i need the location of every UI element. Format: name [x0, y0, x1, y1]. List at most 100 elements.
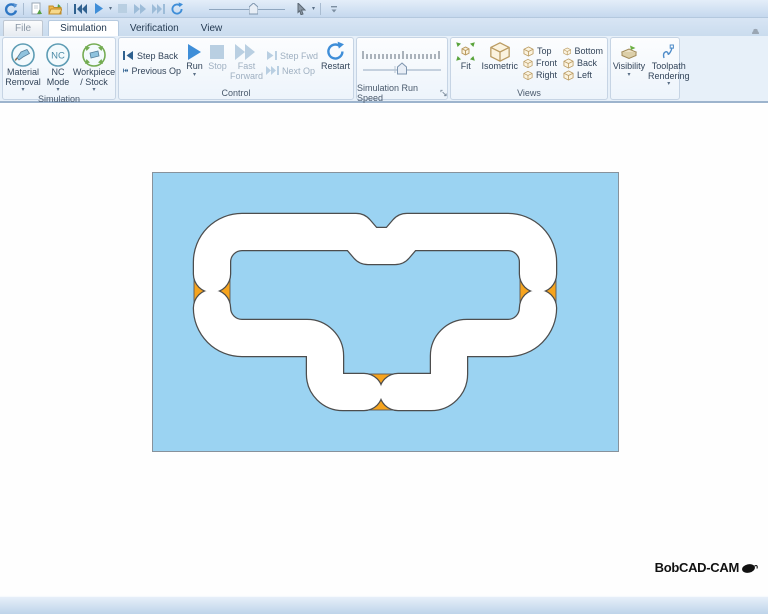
workpiece-stock-label: Workpiece / Stock — [72, 67, 116, 87]
dropdown-caret: ▾ — [627, 71, 631, 78]
view-left-label: Left — [577, 70, 593, 80]
tab-file[interactable]: File — [3, 20, 44, 36]
nc-mode-button[interactable]: NC NC Mode ▾ — [41, 40, 75, 94]
previous-op-label: Previous Op — [131, 65, 181, 76]
view-back-button[interactable]: Back — [561, 57, 605, 69]
run-button[interactable]: Run ▾ — [183, 40, 206, 86]
cube-icon — [563, 57, 574, 69]
view-front-button[interactable]: Front — [521, 58, 559, 69]
group-render: Visibility ▾ Toolpath Rendering ▾ — [610, 37, 690, 100]
mouse-icon — [742, 563, 758, 573]
stock-top-view — [152, 172, 619, 452]
toolpath-rendering-icon — [660, 41, 678, 62]
run-dropdown-caret[interactable]: ▾ — [109, 6, 112, 12]
next-op-icon[interactable] — [151, 1, 166, 16]
group-label-run-speed: Simulation Run Speed — [357, 83, 447, 103]
ribbon-tab-row: File Simulation Verification View — [0, 18, 768, 36]
group-control: Step Back Previous Op Run ▾ Stop Fast Fo… — [118, 37, 354, 100]
customize-toolbar-icon[interactable] — [326, 1, 341, 16]
ribbon: Material Removal ▾ NC NC Mode ▾ Workpiec… — [0, 36, 768, 104]
ribbon-options-icon[interactable] — [750, 22, 761, 40]
dropdown-caret: ▾ — [667, 81, 671, 87]
restart-icon[interactable] — [169, 1, 184, 16]
view-back-label: Back — [577, 58, 598, 68]
toolpath-rendering-button[interactable]: Toolpath Rendering ▾ — [647, 40, 691, 88]
nc-mode-icon: NC — [45, 41, 71, 68]
view-right-button[interactable]: Right — [521, 70, 559, 81]
view-left-button[interactable]: Left — [561, 69, 605, 81]
cube-icon — [523, 58, 533, 68]
dropdown-caret: ▾ — [56, 87, 60, 93]
fast-forward-label: Fast Forward — [229, 61, 263, 81]
qat-separator — [320, 2, 322, 15]
tab-verification[interactable]: Verification — [119, 21, 190, 36]
svg-text:NC: NC — [51, 50, 65, 61]
speed-slider-thumb[interactable] — [397, 62, 407, 75]
cube-icon — [563, 47, 572, 55]
view-bottom-button[interactable]: Bottom — [561, 46, 605, 57]
stop-button[interactable]: Stop — [206, 40, 229, 86]
dropdown-caret: ▾ — [92, 87, 96, 93]
tab-simulation[interactable]: Simulation — [48, 20, 119, 36]
previous-op-icon — [123, 68, 129, 73]
fast-forward-icon[interactable] — [133, 1, 148, 16]
stop-label: Stop — [208, 61, 227, 71]
post-document-icon[interactable] — [29, 1, 44, 16]
stop-icon[interactable] — [115, 1, 130, 16]
slider-thumb[interactable] — [249, 2, 259, 15]
restart-button[interactable]: Restart — [320, 40, 351, 86]
cube-icon — [523, 70, 533, 80]
fit-button[interactable]: Fit — [453, 40, 478, 86]
titlebar-speed-slider[interactable] — [209, 2, 286, 16]
isometric-button[interactable]: Isometric — [480, 40, 519, 86]
fit-icon — [454, 41, 477, 62]
qat-separator — [23, 2, 24, 15]
restart-label: Restart — [320, 61, 350, 71]
step-back-button[interactable]: Step Back — [121, 51, 183, 61]
open-folder-icon[interactable] — [47, 1, 62, 16]
select-cursor-icon[interactable] — [294, 1, 309, 16]
previous-op-button[interactable]: Previous Op — [121, 66, 183, 76]
visibility-button[interactable]: Visibility ▾ — [613, 40, 645, 88]
run-label: Run — [186, 61, 203, 71]
workpiece-stock-button[interactable]: Workpiece / Stock ▾ — [72, 40, 116, 94]
slider-track — [209, 8, 286, 10]
app-icon[interactable] — [3, 1, 18, 16]
run-speed-label-text: Simulation Run Speed — [357, 82, 419, 103]
cursor-dropdown-caret[interactable]: ▾ — [312, 6, 315, 12]
dialog-launcher-icon[interactable] — [440, 89, 447, 97]
step-fwd-label: Step Fwd — [279, 50, 318, 61]
step-fwd-button[interactable]: Step Fwd — [264, 51, 320, 61]
step-back-label: Step Back — [137, 50, 179, 61]
material-removal-button[interactable]: Material Removal ▾ — [5, 40, 41, 94]
bobcad-logo-text: BobCAD-CAM — [654, 560, 740, 575]
group-label-render — [611, 88, 679, 99]
group-simulation: Material Removal ▾ NC NC Mode ▾ Workpiec… — [2, 37, 116, 104]
bobcad-window: ▾ ▾ File Simulation Verification View Ma… — [0, 0, 768, 614]
previous-op-icon[interactable] — [73, 1, 88, 16]
material-removal-icon — [10, 41, 36, 68]
toolpath-rendering-label: Toolpath Rendering — [648, 61, 690, 81]
view-right-label: Right — [535, 70, 557, 80]
step-fwd-icon — [266, 51, 277, 60]
nc-mode-label: NC Mode — [46, 67, 70, 87]
group-label-control: Control — [221, 87, 251, 98]
dropdown-caret: ▾ — [21, 87, 25, 93]
speed-slider[interactable] — [361, 62, 443, 76]
titlebar: ▾ ▾ — [0, 0, 768, 18]
group-label-views: Views — [517, 87, 541, 98]
view-front-label: Front — [535, 58, 557, 68]
run-icon[interactable] — [91, 1, 106, 16]
tab-view[interactable]: View — [190, 21, 234, 36]
stop-icon — [210, 41, 225, 62]
simulation-viewport[interactable]: BobCAD-CAM — [0, 104, 768, 595]
group-run-speed: Simulation Run Speed — [356, 37, 448, 103]
view-top-button[interactable]: Top — [521, 45, 559, 57]
workpiece-stock-icon — [81, 41, 107, 68]
fast-forward-button[interactable]: Fast Forward — [229, 40, 264, 86]
next-op-button[interactable]: Next Op — [264, 66, 320, 76]
isometric-label: Isometric — [481, 61, 518, 71]
isometric-icon — [489, 41, 511, 62]
cube-icon — [563, 69, 574, 81]
fit-label: Fit — [460, 61, 471, 71]
